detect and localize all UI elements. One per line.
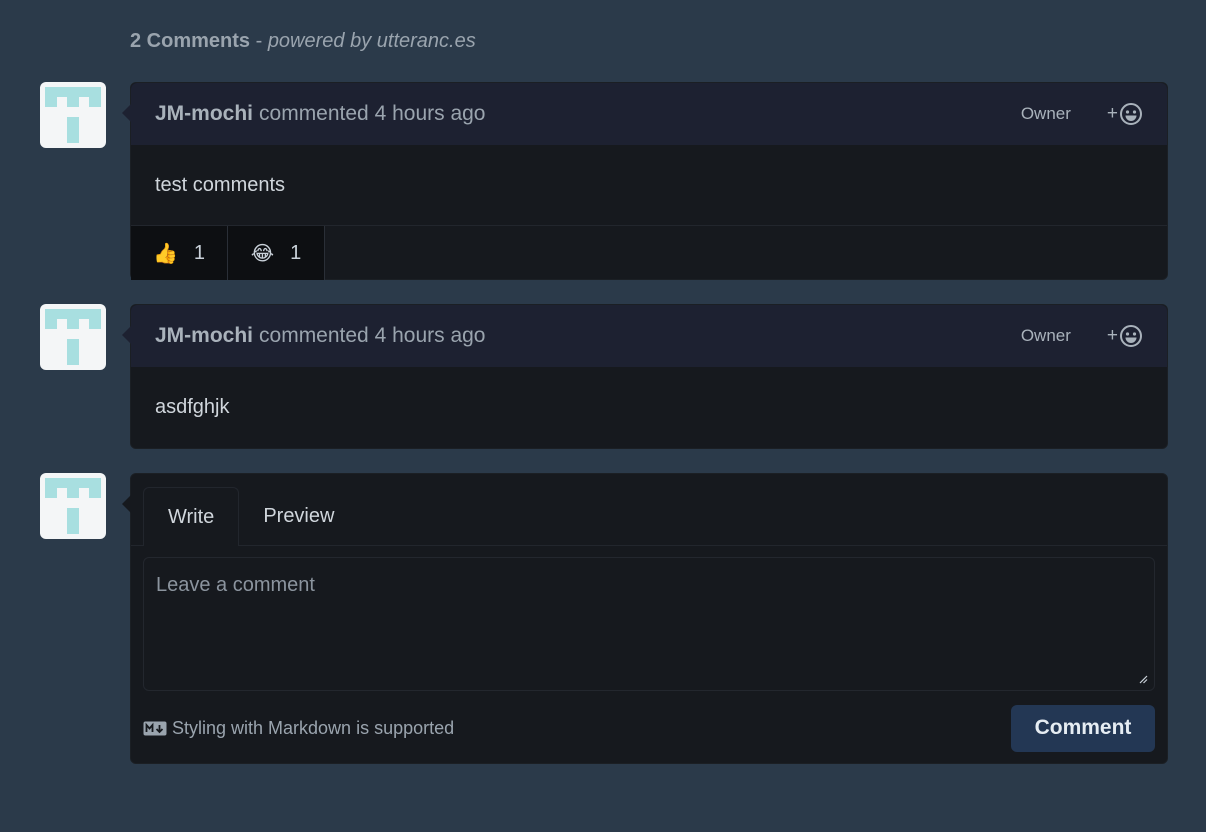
comments-header: 2 Comments - powered by utteranc.es xyxy=(130,30,476,53)
avatar[interactable] xyxy=(40,304,106,370)
comment-timestamp[interactable]: commented 4 hours ago xyxy=(259,102,1021,126)
reaction-thumbs-up[interactable]: 👍 1 xyxy=(131,226,228,280)
comment-timestamp[interactable]: commented 4 hours ago xyxy=(259,324,1021,348)
avatar[interactable] xyxy=(40,473,106,539)
comment-author[interactable]: JM-mochi xyxy=(155,102,253,126)
header-separator: - xyxy=(250,30,268,52)
markdown-note-text: Styling with Markdown is supported xyxy=(172,717,455,738)
reactions-bar: 👍 1 😂 1 xyxy=(131,225,1167,280)
tab-preview[interactable]: Preview xyxy=(239,487,358,545)
identicon-icon xyxy=(45,309,101,365)
smiley-icon xyxy=(1120,103,1142,125)
add-reaction-button[interactable]: + xyxy=(1107,324,1143,348)
powered-by-link[interactable]: powered by utteranc.es xyxy=(268,30,476,52)
resize-handle-icon[interactable] xyxy=(1139,675,1148,684)
comment-submit-button[interactable]: Comment xyxy=(1011,704,1155,752)
comment-body: asdfghjk xyxy=(155,395,230,418)
comment-composer: Write Preview Leave a comment Styling wi… xyxy=(122,473,1168,764)
composer-footer: Styling with Markdown is supported Comme… xyxy=(143,704,1155,752)
smiley-icon xyxy=(1120,325,1142,347)
markdown-note[interactable]: Styling with Markdown is supported xyxy=(143,718,1011,739)
add-reaction-button[interactable]: + xyxy=(1107,102,1143,126)
reaction-count: 1 xyxy=(290,241,302,264)
comment-textarea[interactable]: Leave a comment xyxy=(143,557,1155,691)
laugh-icon: 😂 xyxy=(250,242,275,265)
comment-placeholder: Leave a comment xyxy=(156,574,315,596)
comment-count: 2 Comments xyxy=(130,30,251,52)
owner-badge: Owner xyxy=(1020,104,1071,123)
comment-header: JM-mochi commented 4 hours ago Owner + xyxy=(131,305,1167,367)
tab-write[interactable]: Write xyxy=(143,487,240,546)
owner-badge: Owner xyxy=(1020,326,1071,345)
identicon-icon xyxy=(45,478,101,534)
comment-card: JM-mochi commented 4 hours ago Owner + t… xyxy=(122,82,1168,280)
comment-body: test comments xyxy=(155,173,286,196)
thumbs-up-icon: 👍 xyxy=(152,242,178,265)
composer-tabs: Write Preview xyxy=(131,474,1167,546)
reaction-count: 1 xyxy=(193,241,206,264)
comment-header: JM-mochi commented 4 hours ago Owner + xyxy=(131,83,1167,145)
comment-card: JM-mochi commented 4 hours ago Owner + a… xyxy=(122,304,1168,449)
plus-label: + xyxy=(1106,325,1118,346)
markdown-icon xyxy=(143,721,167,735)
comment-author[interactable]: JM-mochi xyxy=(155,324,253,348)
plus-label: + xyxy=(1106,103,1118,124)
reaction-laugh[interactable]: 😂 1 xyxy=(228,226,325,280)
avatar[interactable] xyxy=(40,82,106,148)
identicon-icon xyxy=(45,87,101,143)
